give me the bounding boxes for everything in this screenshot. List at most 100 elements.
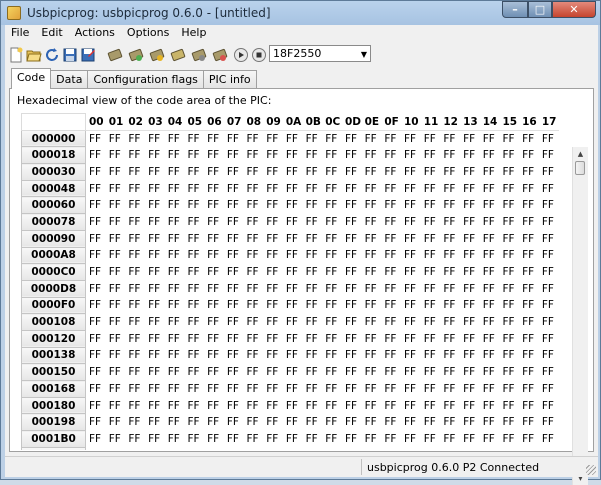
hex-cell[interactable]: FF <box>303 180 323 197</box>
hex-cell[interactable]: FF <box>362 264 382 281</box>
hex-cell[interactable]: FF <box>342 447 362 451</box>
hex-cell[interactable]: FF <box>322 347 342 364</box>
hex-cell[interactable]: FF <box>283 214 303 231</box>
tab-pic-info[interactable]: PIC info <box>202 70 257 89</box>
hex-cell[interactable]: FF <box>322 314 342 331</box>
hex-cell[interactable]: FF <box>539 414 559 431</box>
hex-cell[interactable]: FF <box>303 197 323 214</box>
menu-actions[interactable]: Actions <box>69 25 121 42</box>
hex-cell[interactable]: FF <box>184 414 204 431</box>
hex-cell[interactable]: FF <box>421 314 441 331</box>
hex-cell[interactable]: FF <box>184 214 204 231</box>
hex-cell[interactable]: FF <box>165 264 185 281</box>
hex-cell[interactable]: FF <box>303 280 323 297</box>
maximize-button[interactable]: □ <box>528 1 552 18</box>
hex-cell[interactable]: FF <box>106 164 126 181</box>
hex-cell[interactable]: FF <box>322 330 342 347</box>
hex-cell[interactable]: FF <box>224 330 244 347</box>
hex-cell[interactable]: FF <box>106 297 126 314</box>
open-folder-icon[interactable] <box>26 47 42 63</box>
hex-cell[interactable]: FF <box>480 381 500 398</box>
hex-cell[interactable]: FF <box>362 414 382 431</box>
hex-cell[interactable]: FF <box>342 314 362 331</box>
hex-cell[interactable]: FF <box>283 414 303 431</box>
hex-cell[interactable]: FF <box>184 330 204 347</box>
hex-cell[interactable]: FF <box>401 230 421 247</box>
hex-cell[interactable]: FF <box>460 197 480 214</box>
hex-cell[interactable]: FF <box>362 214 382 231</box>
hex-cell[interactable]: FF <box>539 280 559 297</box>
hex-cell[interactable]: FF <box>263 230 283 247</box>
hex-cell[interactable]: FF <box>204 381 224 398</box>
hex-cell[interactable]: FF <box>283 180 303 197</box>
hex-cell[interactable]: FF <box>480 164 500 181</box>
hex-cell[interactable]: FF <box>224 381 244 398</box>
hex-cell[interactable]: FF <box>165 314 185 331</box>
hex-cell[interactable]: FF <box>499 264 519 281</box>
hex-cell[interactable]: FF <box>244 431 264 448</box>
row-address-header[interactable]: 0000C0 <box>21 263 86 281</box>
hex-cell[interactable]: FF <box>460 230 480 247</box>
hex-cell[interactable]: FF <box>125 247 145 264</box>
hex-cell[interactable]: FF <box>125 180 145 197</box>
hex-cell[interactable]: FF <box>86 264 106 281</box>
hex-cell[interactable]: FF <box>460 414 480 431</box>
hex-cell[interactable]: FF <box>539 431 559 448</box>
hex-cell[interactable]: FF <box>86 431 106 448</box>
hex-cell[interactable]: FF <box>106 314 126 331</box>
hex-cell[interactable]: FF <box>401 247 421 264</box>
hex-cell[interactable]: FF <box>106 197 126 214</box>
hex-cell[interactable]: FF <box>283 381 303 398</box>
hex-cell[interactable]: FF <box>362 164 382 181</box>
hex-cell[interactable]: FF <box>106 397 126 414</box>
hex-cell[interactable]: FF <box>401 180 421 197</box>
hex-cell[interactable]: FF <box>499 381 519 398</box>
hex-cell[interactable]: FF <box>244 314 264 331</box>
hex-cell[interactable]: FF <box>421 280 441 297</box>
hex-cell[interactable]: FF <box>440 247 460 264</box>
title-bar[interactable]: Usbpicprog: usbpicprog 0.6.0 - [untitled… <box>1 1 600 25</box>
hex-cell[interactable]: FF <box>322 230 342 247</box>
hex-cell[interactable]: FF <box>362 447 382 451</box>
hex-cell[interactable]: FF <box>539 381 559 398</box>
hex-cell[interactable]: FF <box>519 180 539 197</box>
hex-cell[interactable]: FF <box>204 147 224 164</box>
hex-cell[interactable]: FF <box>421 147 441 164</box>
hex-cell[interactable]: FF <box>165 330 185 347</box>
hex-cell[interactable]: FF <box>244 297 264 314</box>
hex-cell[interactable]: FF <box>381 297 401 314</box>
hex-cell[interactable]: FF <box>125 164 145 181</box>
hex-cell[interactable]: FF <box>362 347 382 364</box>
hex-cell[interactable]: FF <box>184 347 204 364</box>
hex-cell[interactable]: FF <box>539 264 559 281</box>
hex-cell[interactable]: FF <box>244 247 264 264</box>
row-address-header[interactable]: 0001C8 <box>21 446 86 450</box>
hex-cell[interactable]: FF <box>125 297 145 314</box>
hex-cell[interactable]: FF <box>224 347 244 364</box>
hex-cell[interactable]: FF <box>125 214 145 231</box>
hex-cell[interactable]: FF <box>184 447 204 451</box>
hex-cell[interactable]: FF <box>342 330 362 347</box>
hex-cell[interactable]: FF <box>125 364 145 381</box>
hex-cell[interactable]: FF <box>145 247 165 264</box>
hex-cell[interactable]: FF <box>224 280 244 297</box>
hex-cell[interactable]: FF <box>480 314 500 331</box>
hex-cell[interactable]: FF <box>519 280 539 297</box>
hex-cell[interactable]: FF <box>204 347 224 364</box>
hex-cell[interactable]: FF <box>401 414 421 431</box>
hex-cell[interactable]: FF <box>224 414 244 431</box>
hex-cell[interactable]: FF <box>539 230 559 247</box>
hex-cell[interactable]: FF <box>86 447 106 451</box>
hex-cell[interactable]: FF <box>322 264 342 281</box>
hex-cell[interactable]: FF <box>224 180 244 197</box>
hex-cell[interactable]: FF <box>263 147 283 164</box>
hex-cell[interactable]: FF <box>401 164 421 181</box>
hex-cell[interactable]: FF <box>263 247 283 264</box>
tab-configuration-flags[interactable]: Configuration flags <box>87 70 204 89</box>
hex-cell[interactable]: FF <box>362 431 382 448</box>
row-address-header[interactable]: 000168 <box>21 380 86 398</box>
hex-cell[interactable]: FF <box>165 197 185 214</box>
hex-cell[interactable]: FF <box>480 414 500 431</box>
hex-cell[interactable]: FF <box>86 381 106 398</box>
hex-cell[interactable]: FF <box>539 214 559 231</box>
